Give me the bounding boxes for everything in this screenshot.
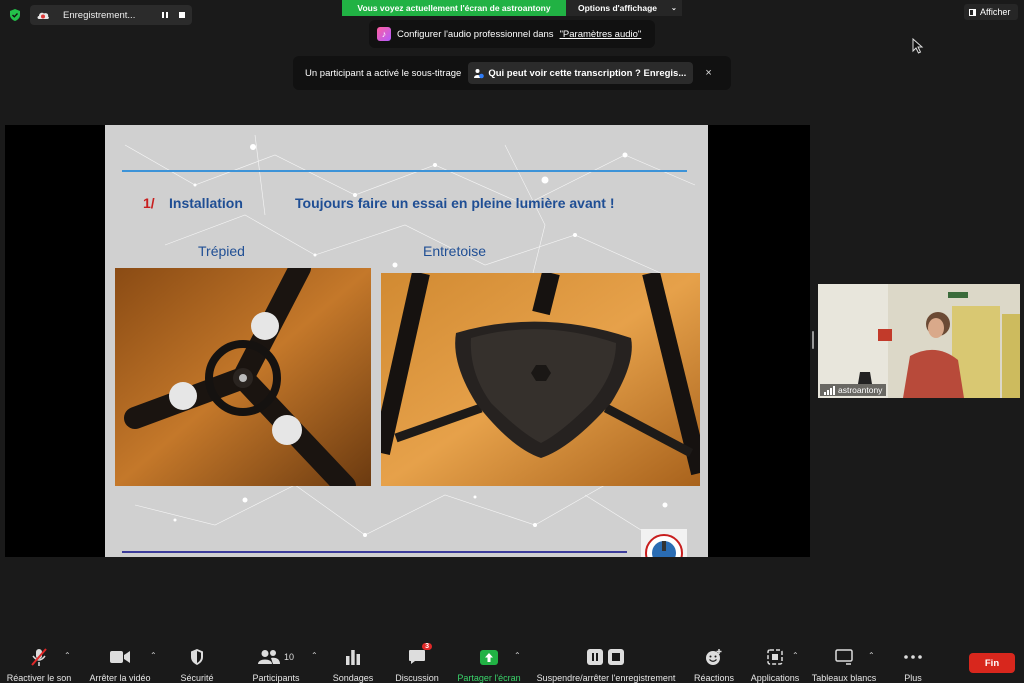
security-button[interactable]: Sécurité [175, 638, 219, 683]
audio-options-chevron-icon[interactable]: ⌃ [64, 651, 71, 660]
slide-bottom-rule [122, 551, 627, 553]
meeting-toolbar: Réactiver le son ⌃ Arrêter la vidéo ⌃ Sé… [0, 638, 1024, 683]
participant-name-tag: astroantony [820, 384, 887, 396]
caption-tripod: Trépied [198, 243, 245, 259]
security-shield-icon [10, 9, 20, 21]
whiteboards-label: Tableaux blancs [811, 673, 877, 683]
unmute-button[interactable]: Réactiver le son [5, 638, 73, 683]
whiteboards-button[interactable]: Tableaux blancs [810, 638, 878, 683]
spreader-photo [381, 273, 700, 486]
club-logo-image [641, 529, 687, 557]
participant-video-tile[interactable]: astroantony [818, 284, 1020, 398]
chat-label: Discussion [395, 673, 439, 683]
stop-recording-button[interactable] [174, 8, 189, 22]
emoji-add-icon [706, 649, 722, 665]
share-screen-button[interactable]: Partager l'écran [455, 638, 523, 683]
more-label: Plus [904, 673, 922, 683]
apps-options-chevron-icon[interactable]: ⌃ [792, 651, 799, 660]
signal-strength-icon [824, 385, 835, 395]
share-screen-label: Partager l'écran [457, 673, 521, 683]
recording-controls-label: Suspendre/arrêter l'enregistrement [536, 673, 676, 683]
participants-count: 10 [283, 652, 294, 662]
stop-video-label: Arrêter la vidéo [89, 673, 151, 683]
participant-video-feed [818, 284, 1020, 398]
chat-button[interactable]: 3 Discussion [393, 638, 441, 683]
recording-label: Enregistrement... [63, 9, 136, 21]
panel-icon [969, 8, 976, 16]
chevron-down-icon: ⌄ [671, 5, 677, 12]
show-label: Afficher [980, 7, 1011, 17]
polls-label: Sondages [332, 673, 374, 683]
apps-button[interactable]: Applications [748, 638, 802, 683]
panel-resize-handle[interactable] [812, 331, 814, 349]
participants-icon [257, 650, 280, 664]
cloud-record-icon [37, 12, 49, 19]
caption-notification: Un participant a activé le sous-titrage … [293, 56, 731, 90]
show-button[interactable]: Afficher [964, 4, 1018, 20]
participants-options-chevron-icon[interactable]: ⌃ [311, 651, 318, 660]
apps-label: Applications [750, 673, 800, 683]
reactions-button[interactable]: Réactions [691, 638, 737, 683]
more-button[interactable]: Plus [898, 638, 928, 683]
caption-tip-text: Un participant a activé le sous-titrage [305, 67, 462, 79]
transcript-visibility-button[interactable]: Qui peut voir cette transcription ? Enre… [468, 62, 694, 84]
mouse-cursor-icon [912, 38, 924, 54]
chat-unread-badge: 3 [422, 643, 432, 650]
security-label: Sécurité [180, 673, 214, 683]
slide-title: Installation [169, 195, 243, 211]
shared-slide: 1/ Installation Toujours faire un essai … [105, 125, 708, 557]
bar-chart-icon [346, 650, 360, 665]
audio-settings-tip: ♪ Configurer l'audio professionnel dans … [369, 20, 655, 48]
share-screen-icon [480, 649, 498, 665]
end-meeting-button[interactable]: Fin [969, 653, 1015, 673]
reactions-label: Réactions [693, 673, 735, 683]
pause-stop-icons [587, 649, 624, 665]
share-options-chevron-icon[interactable]: ⌃ [514, 651, 521, 660]
pause-recording-button[interactable] [157, 8, 172, 22]
caption-spreader: Entretoise [423, 243, 487, 259]
unmute-label: Réactiver le son [6, 673, 72, 683]
slide-subtitle: Toujours faire un essai en pleine lumièr… [295, 195, 615, 211]
stop-video-button[interactable]: Arrêter la vidéo [85, 638, 155, 683]
muted-microphone-icon [31, 648, 47, 666]
polls-button[interactable]: Sondages [331, 638, 375, 683]
music-note-icon: ♪ [377, 27, 391, 41]
chat-bubble-icon [409, 650, 425, 664]
transcript-button-label: Qui peut voir cette transcription ? Enre… [488, 67, 687, 79]
participants-button[interactable]: 10 Participants [250, 638, 302, 683]
slide-top-rule [122, 170, 687, 172]
video-options-chevron-icon[interactable]: ⌃ [150, 651, 157, 660]
tripod-photo [115, 268, 371, 486]
video-camera-icon [110, 651, 130, 663]
audio-tip-text: Configurer l'audio professionnel dans [397, 28, 554, 40]
recording-indicator[interactable]: Enregistrement... [30, 5, 192, 25]
participants-label: Participants [252, 673, 300, 683]
shield-icon [191, 649, 203, 665]
slide-number: 1/ [143, 195, 155, 211]
view-options-button[interactable]: Options d'affichage ⌄ [566, 0, 682, 16]
more-dots-icon [904, 655, 922, 659]
whiteboard-icon [835, 649, 853, 665]
participant-name: astroantony [838, 385, 883, 395]
pause-stop-recording-button[interactable]: Suspendre/arrêter l'enregistrement [532, 638, 680, 683]
whiteboards-options-chevron-icon[interactable]: ⌃ [868, 651, 875, 660]
screen-share-banner: Vous voyez actuellement l'écran de astro… [342, 0, 566, 16]
close-icon[interactable]: × [705, 67, 711, 79]
view-options-label: Options d'affichage [578, 3, 657, 13]
apps-icon [767, 649, 783, 665]
person-info-icon [474, 68, 485, 78]
audio-settings-link[interactable]: "Paramètres audio" [560, 29, 642, 40]
